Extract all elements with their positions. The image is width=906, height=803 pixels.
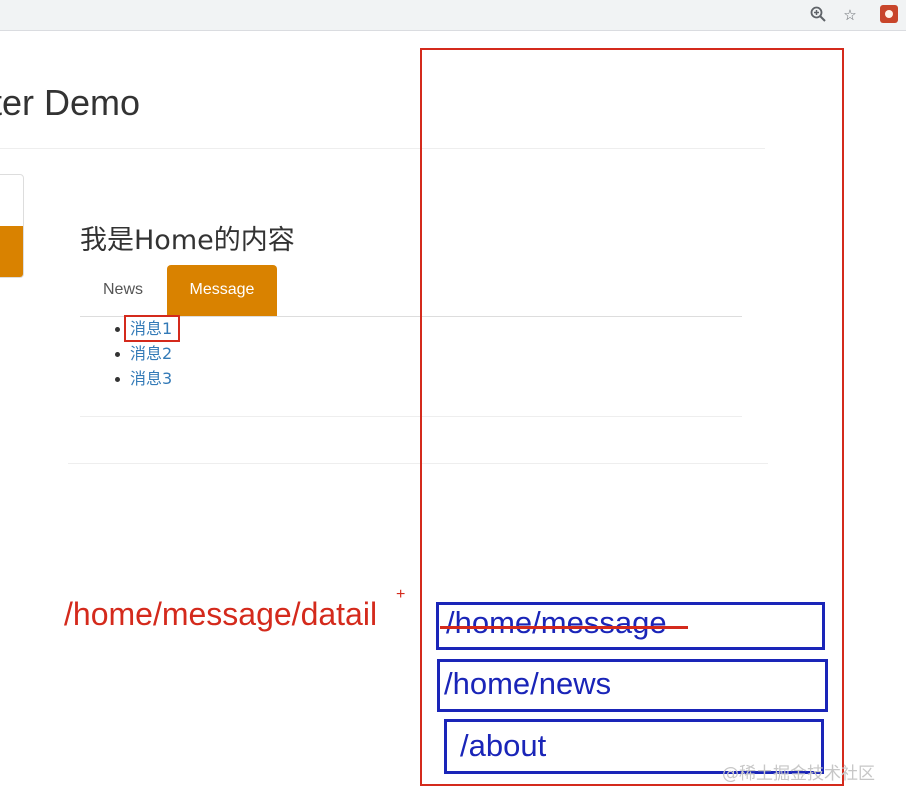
stack-entry-label: /home/message <box>446 605 667 640</box>
zoom-in-icon[interactable] <box>808 5 828 25</box>
plus-mark: + <box>396 586 406 603</box>
sidebar-nav <box>0 174 24 278</box>
extension-icon[interactable] <box>880 5 898 23</box>
watermark: @稀土掘金技术社区 <box>722 764 875 784</box>
message-link-2[interactable]: 消息2 <box>130 344 172 363</box>
home-heading: 我是Home的内容 <box>80 225 295 256</box>
detail-route-note: /home/message/datail <box>64 596 378 632</box>
highlight-box <box>124 315 180 342</box>
stack-entry-label: /about <box>460 728 547 763</box>
stack-entry-label: /home/news <box>444 666 612 701</box>
sidebar-item-active[interactable] <box>0 226 23 277</box>
list-item: 消息3 <box>114 367 172 392</box>
tab-message[interactable]: Message <box>167 265 277 316</box>
star-icon[interactable]: ☆ <box>840 5 860 25</box>
tab-news[interactable]: News <box>80 265 166 315</box>
strike-line <box>440 626 688 629</box>
page-title: ter Demo <box>0 82 141 123</box>
browser-toolbar: ☆ <box>0 0 906 31</box>
list-item: 消息2 <box>114 342 172 367</box>
message-link-3[interactable]: 消息3 <box>130 369 172 388</box>
